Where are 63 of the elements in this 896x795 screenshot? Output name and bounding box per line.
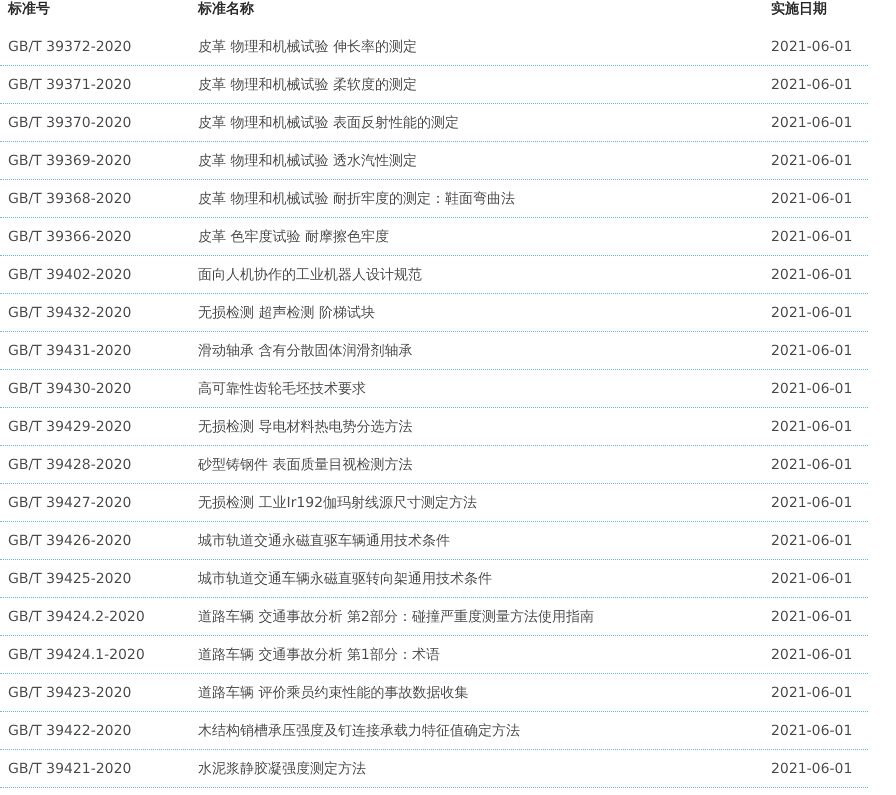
table-cell-text: GB/T 39427-2020 bbox=[7, 494, 132, 510]
column-header: 标准名称 bbox=[198, 0, 255, 18]
table-cell-text: GB/T 39432-2020 bbox=[7, 304, 132, 320]
table-cell-text: 2021-06-01 bbox=[771, 532, 854, 548]
table-cell-text: 砂型铸钢件 表面质量目视检测方法 bbox=[198, 456, 414, 474]
table-cell-text: 木结构销槽承压强度及钉连接承载力特征值确定方法 bbox=[198, 722, 521, 740]
table-cell-text: GB/T 39366-2020 bbox=[7, 228, 132, 244]
table-cell-text: 2021-06-01 bbox=[771, 722, 854, 738]
table-cell-text: 2021-06-01 bbox=[771, 456, 854, 472]
table-cell-text: GB/T 39423-2020 bbox=[7, 684, 132, 700]
table-cell-text: 2021-06-01 bbox=[771, 342, 854, 358]
table-cell-text: GB/T 39372-2020 bbox=[7, 38, 132, 54]
table-cell-text: 2021-06-01 bbox=[771, 76, 854, 92]
table-cell-text: 2021-06-01 bbox=[771, 608, 854, 624]
table-cell-text: 高可靠性齿轮毛坯技术要求 bbox=[198, 380, 367, 398]
table-cell-text: 皮革 物理和机械试验 透水汽性测定 bbox=[198, 152, 418, 170]
table-cell-text: GB/T 39421-2020 bbox=[7, 760, 132, 776]
table-cell-text: GB/T 39424.1-2020 bbox=[7, 646, 146, 662]
table-cell-text: GB/T 39368-2020 bbox=[7, 190, 132, 206]
table-cell-text: GB/T 39430-2020 bbox=[7, 380, 132, 396]
table-cell-text: GB/T 39370-2020 bbox=[7, 114, 132, 130]
table-cell-text: 2021-06-01 bbox=[771, 114, 854, 130]
table-cell-text: GB/T 39429-2020 bbox=[7, 418, 132, 434]
table-cell-text: GB/T 39422-2020 bbox=[7, 722, 132, 738]
table-cell-text: 面向人机协作的工业机器人设计规范 bbox=[198, 266, 423, 284]
table-cell-text: GB/T 39371-2020 bbox=[7, 76, 132, 92]
table-cell-text: 2021-06-01 bbox=[771, 266, 854, 282]
column-header: 标准号 bbox=[6, 0, 51, 18]
table-cell-text: GB/T 39424.2-2020 bbox=[7, 608, 146, 624]
table-cell-text: 道路车辆 交通事故分析 第1部分：术语 bbox=[198, 646, 441, 664]
table-cell-text: 滑动轴承 含有分散固体润滑剂轴承 bbox=[198, 342, 414, 360]
table-cell-text: GB/T 39428-2020 bbox=[7, 456, 132, 472]
column-header: 实施日期 bbox=[771, 0, 828, 18]
table-cell-text: GB/T 39425-2020 bbox=[7, 570, 132, 586]
table-cell-text: GB/T 39402-2020 bbox=[7, 266, 132, 282]
table-cell-text: GB/T 39426-2020 bbox=[7, 532, 132, 548]
table-cell-text: GB/T 39369-2020 bbox=[7, 152, 132, 168]
table-cell-text: 道路车辆 交通事故分析 第2部分：碰撞严重度测量方法使用指南 bbox=[198, 608, 595, 626]
table-cell-text: 2021-06-01 bbox=[771, 570, 854, 586]
table-cell-text: 2021-06-01 bbox=[771, 684, 854, 700]
table-cell-text: 2021-06-01 bbox=[771, 418, 854, 434]
table-cell-text: 水泥浆静胶凝强度测定方法 bbox=[198, 760, 367, 778]
table-cell-text: 城市轨道交通永磁直驱车辆通用技术条件 bbox=[198, 532, 451, 550]
table-cell-text: 无损检测 工业Ir192伽玛射线源尺寸测定方法 bbox=[198, 494, 478, 512]
table-cell-text: 无损检测 超声检测 阶梯试块 bbox=[198, 304, 376, 322]
table-cell-text: 皮革 物理和机械试验 耐折牢度的测定：鞋面弯曲法 bbox=[198, 190, 516, 208]
table-cell-text: 道路车辆 评价乘员约束性能的事故数据收集 bbox=[198, 684, 470, 702]
table-cell-text: GB/T 39431-2020 bbox=[7, 342, 132, 358]
table-cell-text: 2021-06-01 bbox=[771, 760, 854, 776]
table-cell-text: 2021-06-01 bbox=[771, 190, 854, 206]
table-cell-text: 2021-06-01 bbox=[771, 38, 854, 54]
table-cell-text: 无损检测 导电材料热电势分选方法 bbox=[198, 418, 414, 436]
table-cell-text: 皮革 物理和机械试验 伸长率的测定 bbox=[198, 38, 418, 56]
table-cell-text: 2021-06-01 bbox=[771, 646, 854, 662]
table-cell-text: 城市轨道交通车辆永磁直驱转向架通用技术条件 bbox=[198, 570, 493, 588]
table-cell-text: 2021-06-01 bbox=[771, 380, 854, 396]
table-cell-text: 皮革 物理和机械试验 表面反射性能的测定 bbox=[198, 114, 460, 132]
table-cell-text: 2021-06-01 bbox=[771, 228, 854, 244]
table-cell-text: 2021-06-01 bbox=[771, 494, 854, 510]
table-cell-text: 皮革 物理和机械试验 柔软度的测定 bbox=[198, 76, 418, 94]
table-cell-text: 2021-06-01 bbox=[771, 304, 854, 320]
table-cell-text: 皮革 色牢度试验 耐摩擦色牢度 bbox=[198, 228, 390, 246]
table-cell-text: 2021-06-01 bbox=[771, 152, 854, 168]
